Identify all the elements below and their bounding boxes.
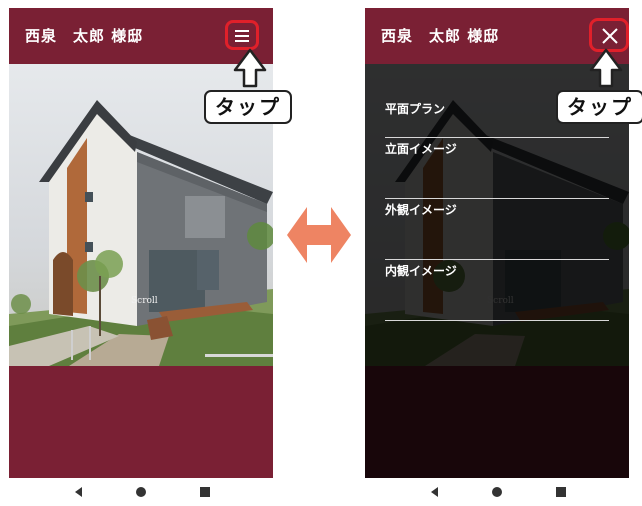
hamburger-icon-bar <box>235 40 249 42</box>
footer-area <box>9 366 273 478</box>
tutorial-figure: 西泉 太郎 様邸 Scroll 西泉 太郎 様邸 平面プラン 立面イメージ 外観… <box>0 0 642 506</box>
close-menu-button[interactable] <box>589 18 629 52</box>
page-title: 西泉 太郎 様邸 <box>381 27 500 45</box>
hamburger-icon-bar <box>235 35 249 37</box>
home-icon[interactable] <box>136 487 146 497</box>
tap-callout: タップ <box>556 90 642 124</box>
back-icon[interactable] <box>75 487 82 497</box>
menu-item-label: 平面プラン <box>385 102 446 116</box>
back-icon[interactable] <box>431 487 438 497</box>
menu-item-interior[interactable]: 内観イメージ <box>385 260 609 321</box>
menu-overlay: 平面プラン 立面イメージ 外観イメージ 内観イメージ <box>365 64 629 478</box>
android-nav-bar <box>9 478 273 506</box>
hamburger-icon <box>235 30 249 32</box>
pointer-arrow-icon <box>233 48 267 88</box>
home-icon[interactable] <box>492 487 502 497</box>
recent-apps-icon[interactable] <box>200 487 210 497</box>
menu-item-elevation[interactable]: 立面イメージ <box>385 138 609 199</box>
menu-item-label: 内観イメージ <box>385 264 457 278</box>
menu-button[interactable] <box>225 20 259 50</box>
nav-menu: 平面プラン 立面イメージ 外観イメージ 内観イメージ <box>385 100 609 321</box>
recent-apps-icon[interactable] <box>556 487 566 497</box>
double-arrow-icon <box>287 207 351 263</box>
page-title: 西泉 太郎 様邸 <box>25 27 144 45</box>
pointer-arrow-icon <box>589 48 623 88</box>
menu-item-exterior[interactable]: 外観イメージ <box>385 199 609 260</box>
android-nav-bar <box>365 478 629 506</box>
menu-item-label: 立面イメージ <box>385 142 457 156</box>
menu-item-label: 外観イメージ <box>385 203 457 217</box>
tap-callout: タップ <box>204 90 292 124</box>
close-icon <box>602 28 618 44</box>
scroll-hint: Scroll <box>131 296 158 306</box>
